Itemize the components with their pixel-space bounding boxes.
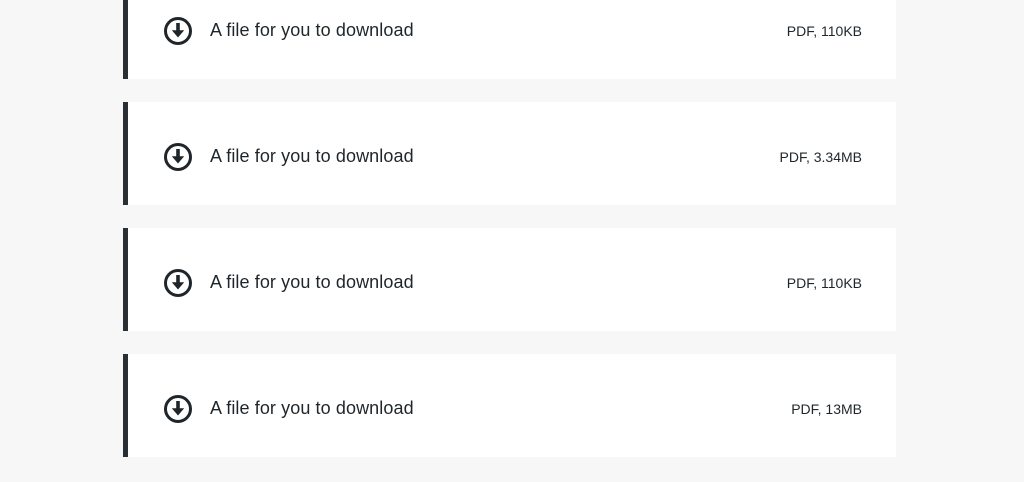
download-title: A file for you to download [210,19,414,40]
download-circle-icon [163,16,193,46]
download-circle-icon [163,268,193,298]
download-circle-icon [163,394,193,424]
download-item-2[interactable]: A file for you to download PDF, 3.34MB [123,102,896,205]
download-file-info: PDF, 3.34MB [779,148,862,165]
download-title: A file for you to download [210,397,414,418]
download-file-info: PDF, 110KB [786,22,862,39]
download-item-4[interactable]: A file for you to download PDF, 13MB [123,354,896,457]
download-circle-icon [163,142,193,172]
download-file-info: PDF, 13MB [791,400,862,417]
download-item-1[interactable]: A file for you to download PDF, 110KB [123,0,896,79]
download-title: A file for you to download [210,145,414,166]
download-file-info: PDF, 110KB [786,274,862,291]
download-title: A file for you to download [210,271,414,292]
download-item-3[interactable]: A file for you to download PDF, 110KB [123,228,896,331]
downloads-list: A file for you to download PDF, 110KB A … [123,0,896,480]
